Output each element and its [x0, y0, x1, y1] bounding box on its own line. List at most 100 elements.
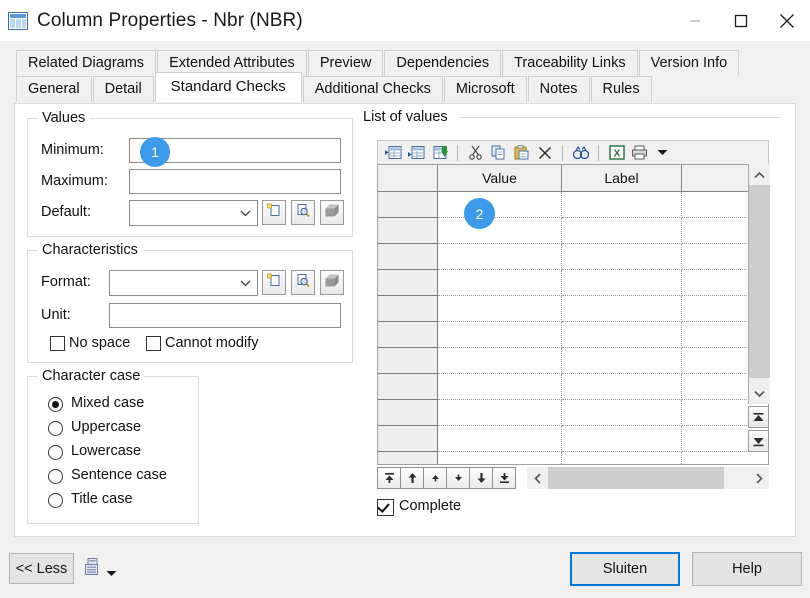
row-header[interactable]: [378, 296, 438, 322]
grid-cell-value-row-5[interactable]: [438, 322, 562, 348]
grid-cell-value-row-6[interactable]: [438, 348, 562, 374]
tab-detail[interactable]: Detail: [92, 76, 154, 102]
grid-cell-extra-row-2[interactable]: [682, 244, 749, 270]
grid-cell-value-row-1[interactable]: [438, 218, 562, 244]
scroll-up-button[interactable]: [749, 164, 770, 185]
cut-icon[interactable]: [465, 143, 486, 163]
find-icon[interactable]: [570, 143, 591, 163]
grid-cell-label-row-2[interactable]: [562, 244, 682, 270]
default-combobox[interactable]: [129, 200, 258, 226]
table-row[interactable]: [378, 374, 768, 400]
grid-cell-extra-row-9[interactable]: [682, 426, 749, 452]
grid-horizontal-scrollbar[interactable]: [527, 467, 769, 489]
values-grid[interactable]: Value Label: [377, 164, 769, 465]
grid-cell-value-row-2[interactable]: [438, 244, 562, 270]
print-icon[interactable]: [629, 143, 650, 163]
radio-mixed-case[interactable]: [48, 397, 63, 412]
move-to-bottom-button[interactable]: [492, 467, 516, 489]
grid-cell-extra-row-6[interactable]: [682, 348, 749, 374]
tab-rules[interactable]: Rules: [590, 76, 652, 102]
delete-row-icon[interactable]: [429, 143, 450, 163]
row-header[interactable]: [378, 400, 438, 426]
grid-cell-value-row-7[interactable]: [438, 374, 562, 400]
report-icon[interactable]: [85, 558, 100, 581]
move-down-block-button[interactable]: [469, 467, 493, 489]
table-row[interactable]: [378, 244, 768, 270]
no-space-checkbox[interactable]: [50, 336, 65, 351]
radio-lowercase[interactable]: [48, 445, 63, 460]
dropdown-arrow-icon[interactable]: [652, 143, 673, 163]
format-properties-button[interactable]: [291, 270, 315, 295]
row-header[interactable]: [378, 270, 438, 296]
row-header[interactable]: [378, 192, 438, 218]
grid-cell-extra-row-8[interactable]: [682, 400, 749, 426]
radio-title-case[interactable]: [48, 493, 63, 508]
scroll-thumb[interactable]: [548, 467, 724, 489]
format-create-button[interactable]: [262, 270, 286, 295]
tab-general[interactable]: General: [16, 76, 92, 102]
table-row[interactable]: [378, 296, 768, 322]
table-row[interactable]: [378, 400, 768, 426]
scroll-to-top-button[interactable]: [748, 406, 769, 428]
row-header[interactable]: [378, 426, 438, 452]
grid-cell-extra-row-0[interactable]: [682, 192, 749, 218]
tab-related-diagrams[interactable]: Related Diagrams: [16, 50, 157, 76]
excel-export-icon[interactable]: X: [606, 143, 627, 163]
table-row[interactable]: [378, 322, 768, 348]
table-row[interactable]: [378, 452, 768, 464]
grid-cell-label-row-7[interactable]: [562, 374, 682, 400]
unit-input[interactable]: [109, 303, 341, 328]
scroll-track[interactable]: [548, 467, 748, 489]
grid-cell-label-row-5[interactable]: [562, 322, 682, 348]
tab-dependencies[interactable]: Dependencies: [384, 50, 502, 76]
maximum-input[interactable]: [129, 169, 341, 194]
maximize-button[interactable]: [718, 0, 764, 41]
table-row[interactable]: [378, 426, 768, 452]
paste-icon[interactable]: [511, 143, 532, 163]
grid-cell-value-row-10[interactable]: [438, 452, 562, 464]
grid-cell-label-row-9[interactable]: [562, 426, 682, 452]
grid-cell-value-row-3[interactable]: [438, 270, 562, 296]
less-button[interactable]: << Less: [9, 553, 74, 584]
move-down-button[interactable]: [446, 467, 470, 489]
minimize-button[interactable]: [672, 0, 718, 41]
scroll-thumb[interactable]: [749, 185, 770, 378]
table-row[interactable]: [378, 270, 768, 296]
scroll-right-button[interactable]: [748, 467, 769, 489]
insert-row-icon[interactable]: [383, 143, 404, 163]
complete-checkbox[interactable]: [377, 499, 394, 516]
grid-cell-label-row-1[interactable]: [562, 218, 682, 244]
grid-vertical-scrollbar[interactable]: [748, 164, 770, 404]
scroll-to-bottom-button[interactable]: [748, 430, 769, 452]
help-button[interactable]: Help: [692, 552, 802, 586]
radio-sentence-case[interactable]: [48, 469, 63, 484]
move-to-top-button[interactable]: [377, 467, 401, 489]
row-header[interactable]: [378, 374, 438, 400]
tab-traceability-links[interactable]: Traceability Links: [502, 50, 638, 76]
grid-cell-label-row-4[interactable]: [562, 296, 682, 322]
move-up-button[interactable]: [423, 467, 447, 489]
row-header[interactable]: [378, 322, 438, 348]
grid-cell-label-row-8[interactable]: [562, 400, 682, 426]
grid-header-label[interactable]: Label: [562, 165, 682, 191]
close-dialog-button[interactable]: Sluiten: [570, 552, 680, 586]
grid-cell-value-row-0[interactable]: [438, 192, 562, 218]
move-up-block-button[interactable]: [400, 467, 424, 489]
grid-cell-value-row-4[interactable]: [438, 296, 562, 322]
add-row-icon[interactable]: [406, 143, 427, 163]
table-row[interactable]: [378, 348, 768, 374]
grid-cell-value-row-8[interactable]: [438, 400, 562, 426]
grid-cell-extra-row-4[interactable]: [682, 296, 749, 322]
cannot-modify-checkbox[interactable]: [146, 336, 161, 351]
grid-cell-extra-row-3[interactable]: [682, 270, 749, 296]
row-header[interactable]: [378, 452, 438, 464]
row-header[interactable]: [378, 348, 438, 374]
copy-icon[interactable]: [488, 143, 509, 163]
grid-cell-extra-row-1[interactable]: [682, 218, 749, 244]
delete-icon[interactable]: [534, 143, 555, 163]
default-properties-button[interactable]: [291, 200, 315, 225]
grid-cell-extra-row-7[interactable]: [682, 374, 749, 400]
row-header[interactable]: [378, 218, 438, 244]
default-create-button[interactable]: [262, 200, 286, 225]
grid-cell-label-row-6[interactable]: [562, 348, 682, 374]
